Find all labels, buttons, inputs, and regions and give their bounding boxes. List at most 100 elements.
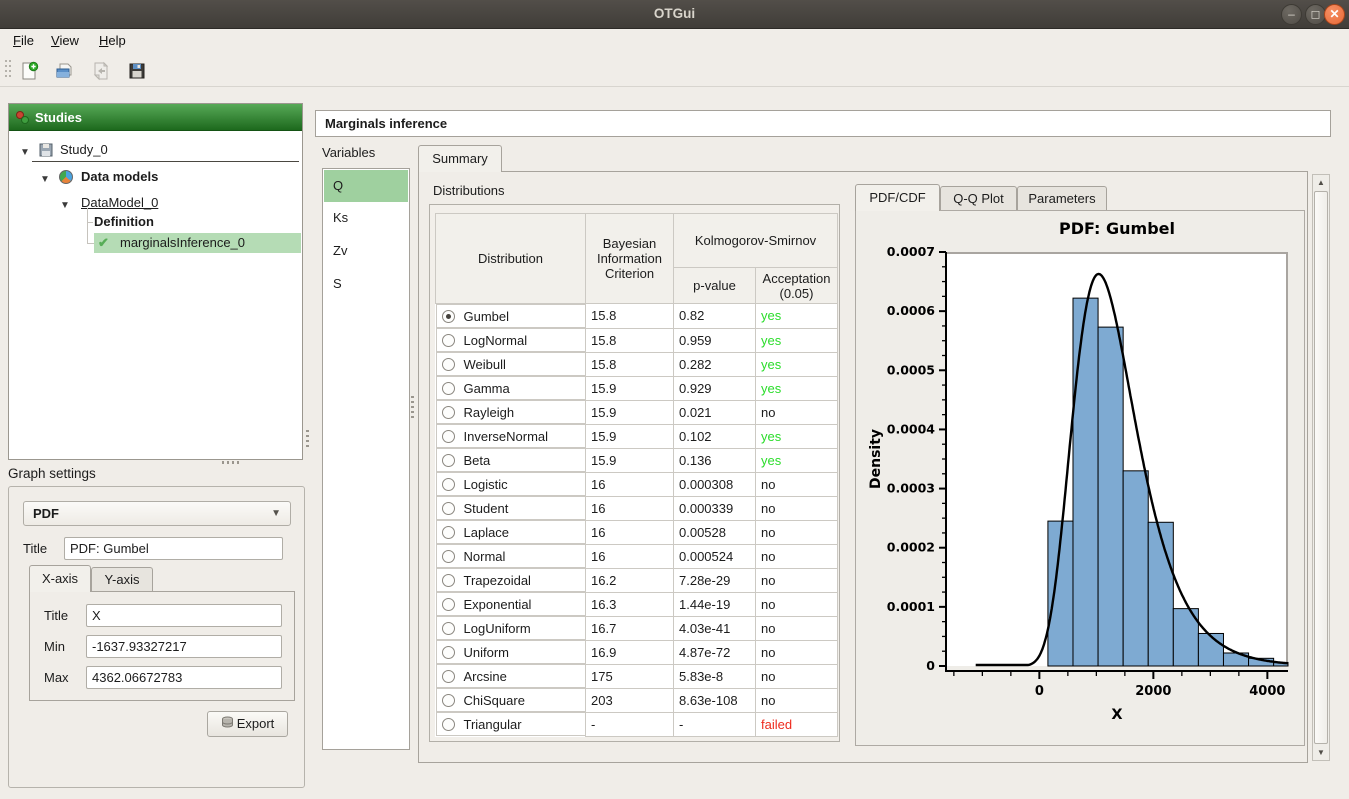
variables-splitter[interactable]: [411, 396, 414, 418]
svg-text:0: 0: [1035, 684, 1044, 699]
distribution-radio[interactable]: [442, 310, 455, 323]
tab-summary[interactable]: Summary: [418, 145, 502, 172]
expander-icon[interactable]: ▼: [40, 170, 50, 190]
col-header-ks: Kolmogorov-Smirnov: [674, 214, 838, 268]
tree-item-definition[interactable]: Definition: [9, 212, 302, 232]
vertical-splitter[interactable]: [306, 430, 309, 450]
graph-title-input[interactable]: PDF: Gumbel: [64, 537, 283, 560]
close-button[interactable]: ✕: [1324, 4, 1345, 25]
scroll-down-icon[interactable]: ▼: [1313, 745, 1329, 760]
table-row[interactable]: Uniform16.94.87e-72no: [436, 640, 838, 664]
data-models-icon: [59, 170, 73, 184]
svg-text:0.0005: 0.0005: [887, 362, 935, 377]
save-study-button[interactable]: [123, 57, 149, 83]
horizontal-splitter[interactable]: [222, 461, 242, 464]
tab-x-axis[interactable]: X-axis: [29, 565, 91, 592]
tab-qq-plot[interactable]: Q-Q Plot: [940, 186, 1017, 211]
table-row[interactable]: LogUniform16.74.03e-41no: [436, 616, 838, 640]
table-row[interactable]: Beta15.90.136yes: [436, 448, 838, 472]
x-axis-pane: Title X Min -1637.93327217 Max 4362.0667…: [29, 591, 295, 701]
distribution-name: Laplace: [464, 525, 510, 540]
table-row[interactable]: Trapezoidal16.27.28e-29no: [436, 568, 838, 592]
page-title: Marginals inference: [315, 110, 1331, 137]
distribution-radio[interactable]: [442, 526, 455, 539]
table-row[interactable]: InverseNormal15.90.102yes: [436, 424, 838, 448]
distribution-name: Normal: [464, 549, 506, 564]
distribution-radio[interactable]: [442, 574, 455, 587]
table-row[interactable]: LogNormal15.80.959yes: [436, 328, 838, 352]
toolbar-drag-handle[interactable]: [5, 60, 12, 80]
distribution-radio[interactable]: [442, 550, 455, 563]
table-row[interactable]: Student160.000339no: [436, 496, 838, 520]
variable-item-ks[interactable]: Ks: [324, 202, 408, 234]
menu-file[interactable]: File: [4, 29, 43, 53]
tree-item-marginals-inference[interactable]: ✔ marginalsInference_0: [94, 233, 301, 253]
table-row[interactable]: Weibull15.80.282yes: [436, 352, 838, 376]
tree-item-study[interactable]: ▼ Study_0: [9, 140, 302, 160]
distribution-radio[interactable]: [442, 478, 455, 491]
distribution-name: ChiSquare: [464, 693, 525, 708]
distributions-table: Distribution Bayesian Information Criter…: [435, 213, 838, 737]
distribution-radio[interactable]: [442, 622, 455, 635]
import-python-button[interactable]: [87, 57, 113, 83]
export-button[interactable]: Export: [207, 711, 288, 737]
table-row[interactable]: Gamma15.90.929yes: [436, 376, 838, 400]
distribution-radio[interactable]: [442, 670, 455, 683]
tab-y-axis[interactable]: Y-axis: [91, 567, 153, 592]
minimize-button[interactable]: –: [1281, 4, 1302, 25]
new-study-button[interactable]: [15, 57, 41, 83]
open-study-button[interactable]: [51, 57, 77, 83]
svg-text:0: 0: [926, 658, 935, 673]
distribution-radio[interactable]: [442, 454, 455, 467]
table-row[interactable]: ChiSquare2038.63e-108no: [436, 688, 838, 712]
pdf-plot-panel[interactable]: 00.00010.00020.00030.00040.00050.00060.0…: [855, 210, 1305, 746]
plot-type-select[interactable]: PDF ▼: [23, 501, 291, 526]
col-header-bic: Bayesian Information Criterion: [586, 214, 674, 304]
variable-item-q[interactable]: Q: [324, 170, 408, 202]
distributions-table-frame: Distribution Bayesian Information Criter…: [429, 204, 840, 742]
tab-pdf-cdf[interactable]: PDF/CDF: [855, 184, 940, 211]
menu-view[interactable]: View: [42, 29, 88, 53]
table-row[interactable]: Logistic160.000308no: [436, 472, 838, 496]
distribution-radio[interactable]: [442, 502, 455, 515]
distribution-radio[interactable]: [442, 406, 455, 419]
distribution-name: Student: [464, 501, 509, 516]
distribution-radio[interactable]: [442, 334, 455, 347]
table-row[interactable]: Laplace160.00528no: [436, 520, 838, 544]
table-row[interactable]: Rayleigh15.90.021no: [436, 400, 838, 424]
distribution-radio[interactable]: [442, 358, 455, 371]
menu-help[interactable]: Help: [90, 29, 135, 53]
min-input[interactable]: -1637.93327217: [86, 635, 282, 658]
scrollbar-thumb[interactable]: [1314, 191, 1328, 744]
maximize-button[interactable]: ◻: [1305, 4, 1326, 25]
max-label: Max: [44, 666, 69, 689]
distribution-radio[interactable]: [442, 694, 455, 707]
col-header-pvalue: p-value: [674, 268, 756, 304]
tab-parameters[interactable]: Parameters: [1017, 186, 1107, 211]
distribution-radio[interactable]: [442, 646, 455, 659]
vertical-scrollbar[interactable]: ▲ ▼: [1312, 174, 1330, 761]
toolbar: [0, 53, 1349, 87]
table-row[interactable]: Arcsine1755.83e-8no: [436, 664, 838, 688]
table-row[interactable]: Exponential16.31.44e-19no: [436, 592, 838, 616]
distribution-radio[interactable]: [442, 430, 455, 443]
axis-title-input[interactable]: X: [86, 604, 282, 627]
distribution-table-body: Gumbel15.80.82yesLogNormal15.80.959yesWe…: [436, 304, 838, 737]
distribution-radio[interactable]: [442, 718, 455, 731]
distributions-label: Distributions: [433, 183, 505, 198]
table-row[interactable]: Triangular--failed: [436, 712, 838, 736]
svg-text:0.0004: 0.0004: [887, 421, 936, 436]
svg-text:2000: 2000: [1135, 684, 1171, 699]
tree-item-datamodel[interactable]: ▼ DataModel_0: [9, 193, 302, 213]
tree-item-data-models[interactable]: ▼ Data models: [9, 167, 302, 187]
expander-icon[interactable]: ▼: [20, 143, 30, 163]
graph-settings-box: PDF ▼ Title PDF: Gumbel X-axis Y-axis Ti…: [8, 486, 305, 788]
scroll-up-icon[interactable]: ▲: [1313, 175, 1329, 190]
variable-item-zv[interactable]: Zv: [324, 235, 408, 267]
max-input[interactable]: 4362.06672783: [86, 666, 282, 689]
distribution-radio[interactable]: [442, 598, 455, 611]
table-row[interactable]: Gumbel15.80.82yes: [436, 304, 838, 329]
table-row[interactable]: Normal160.000524no: [436, 544, 838, 568]
distribution-radio[interactable]: [442, 382, 455, 395]
variable-item-s[interactable]: S: [324, 268, 408, 300]
